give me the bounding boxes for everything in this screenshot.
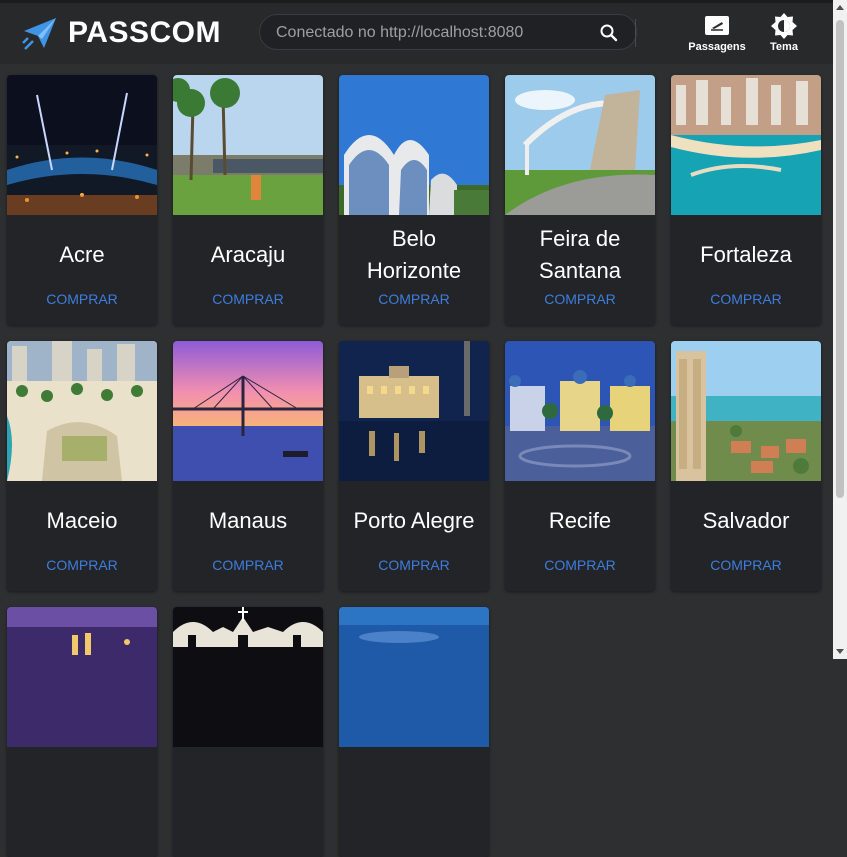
city-photo xyxy=(7,341,157,481)
comprar-button[interactable]: COMPRAR xyxy=(7,291,157,309)
comprar-button[interactable]: COMPRAR xyxy=(505,291,655,309)
city-photo xyxy=(671,341,821,481)
city-photo xyxy=(505,341,655,481)
city-card-belo-horizonte: Belo Horizonte COMPRAR xyxy=(339,75,489,325)
city-photo xyxy=(7,75,157,215)
city-photo xyxy=(173,341,323,481)
city-card-partial xyxy=(339,607,489,857)
city-card-aracaju: Aracaju COMPRAR xyxy=(173,75,323,325)
city-card-salvador: Salvador COMPRAR xyxy=(671,341,821,591)
scrollbar-thumb[interactable] xyxy=(836,20,844,498)
search-bar xyxy=(259,14,637,51)
city-name: Belo Horizonte xyxy=(366,226,462,283)
nav-passagens-button[interactable]: Passagens xyxy=(688,13,746,59)
city-card-partial xyxy=(7,607,157,857)
city-card-feira-de-santana: Feira de Santana COMPRAR xyxy=(505,75,655,325)
city-photo xyxy=(339,341,489,481)
city-photo xyxy=(339,75,489,215)
city-name: Acre xyxy=(59,242,105,267)
city-card-maceio: Maceio COMPRAR xyxy=(7,341,157,591)
paper-plane-icon xyxy=(22,18,56,50)
city-card-acre: Acre COMPRAR xyxy=(7,75,157,325)
city-photo xyxy=(173,607,323,747)
brand[interactable]: PASSCOM xyxy=(22,13,221,53)
search-divider xyxy=(635,19,636,47)
comprar-button[interactable]: COMPRAR xyxy=(671,557,821,575)
nav-label: Tema xyxy=(770,41,798,53)
city-name: Salvador xyxy=(702,508,790,533)
scroll-down-icon[interactable] xyxy=(836,647,844,655)
city-name: Feira de Santana xyxy=(539,226,621,283)
brand-name: PASSCOM xyxy=(68,16,221,49)
city-photo xyxy=(7,607,157,747)
comprar-button[interactable]: COMPRAR xyxy=(505,557,655,575)
city-name: Aracaju xyxy=(210,242,286,267)
comprar-button[interactable]: COMPRAR xyxy=(173,557,323,575)
search-input[interactable] xyxy=(274,15,598,51)
nav-tema-button[interactable]: Tema xyxy=(767,13,801,59)
city-card-manaus: Manaus COMPRAR xyxy=(173,341,323,591)
comprar-button[interactable]: COMPRAR xyxy=(173,291,323,309)
city-name: Manaus xyxy=(208,508,288,533)
comprar-button[interactable]: COMPRAR xyxy=(7,557,157,575)
comprar-button[interactable]: COMPRAR xyxy=(671,291,821,309)
nav-label: Passagens xyxy=(688,41,746,53)
city-name: Fortaleza xyxy=(700,242,792,267)
city-name: Porto Alegre xyxy=(353,508,475,533)
brightness-icon xyxy=(771,13,797,39)
city-photo xyxy=(339,607,489,747)
ticket-icon xyxy=(705,16,729,35)
city-name: Recife xyxy=(548,508,612,533)
city-card-partial xyxy=(173,607,323,857)
city-photo xyxy=(173,75,323,215)
city-card-porto-alegre: Porto Alegre COMPRAR xyxy=(339,341,489,591)
city-card-fortaleza: Fortaleza COMPRAR xyxy=(671,75,821,325)
scroll-up-icon[interactable] xyxy=(836,4,844,12)
city-name: Maceio xyxy=(46,508,118,533)
city-photo xyxy=(671,75,821,215)
city-photo xyxy=(505,75,655,215)
comprar-button[interactable]: COMPRAR xyxy=(339,557,489,575)
search-icon[interactable] xyxy=(599,23,619,43)
city-card-recife: Recife COMPRAR xyxy=(505,341,655,591)
top-app-bar: PASSCOM Passagens Tema xyxy=(0,0,833,64)
comprar-button[interactable]: COMPRAR xyxy=(339,291,489,309)
